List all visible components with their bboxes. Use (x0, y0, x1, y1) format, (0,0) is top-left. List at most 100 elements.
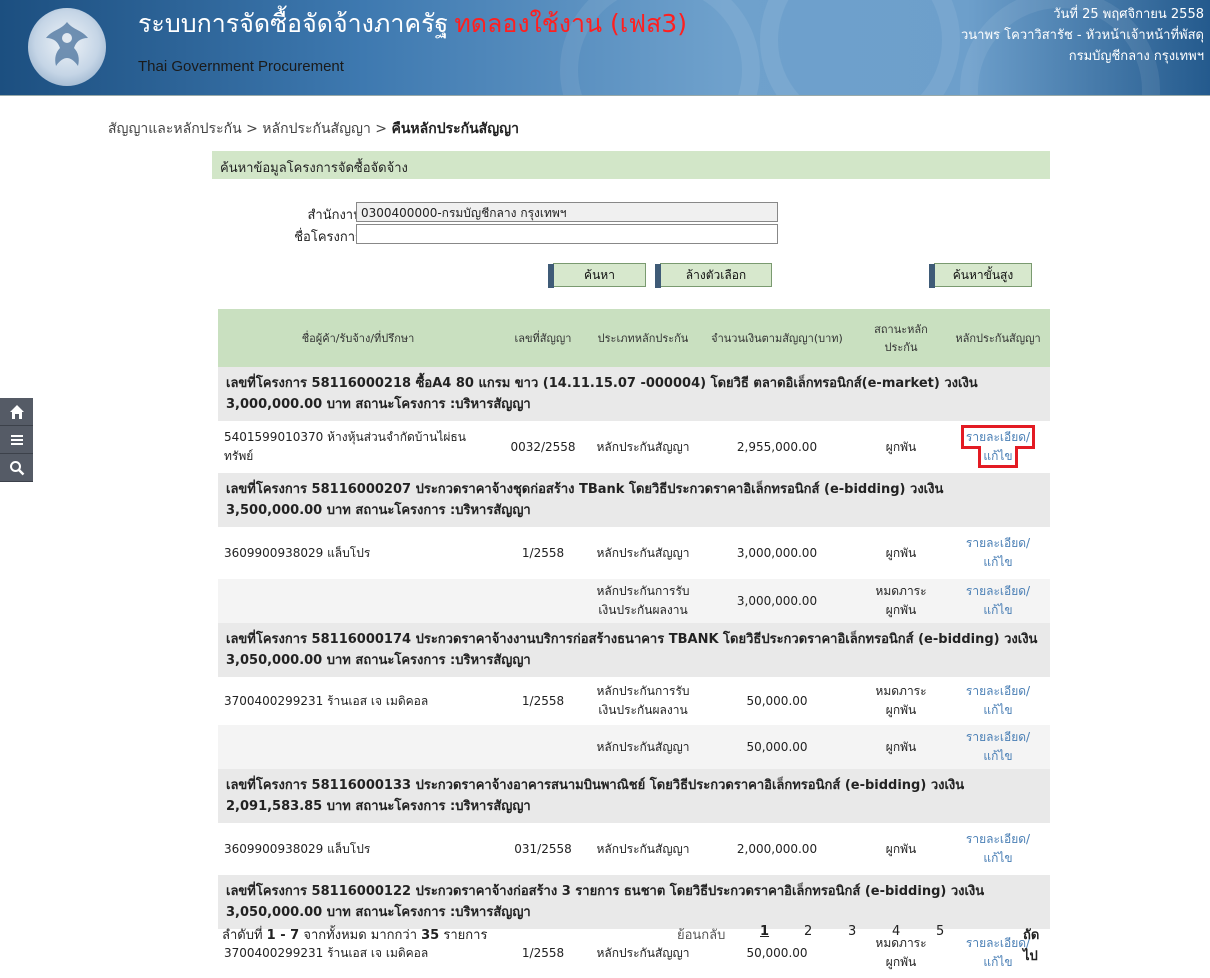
guarantee-type-cell: หลักประกันการรับเงินประกันผลงาน (588, 677, 698, 725)
menu-icon (10, 434, 23, 445)
summary-prefix: ลำดับที่ (222, 928, 263, 943)
project-name-input[interactable] (356, 224, 778, 244)
detail-edit-cell: รายละเอียด/แก้ไข (946, 677, 1050, 725)
home-button[interactable] (0, 398, 33, 426)
summary-total: 35 (421, 928, 440, 943)
agency-logo[interactable] (28, 8, 106, 86)
side-toolbar (0, 398, 33, 482)
page-5-link[interactable]: 5 (936, 924, 944, 939)
next-page-link[interactable]: ถัดไป (1023, 924, 1050, 966)
menu-button[interactable] (0, 426, 33, 454)
guarantee-type-cell: หลักประกันสัญญา (588, 725, 698, 769)
app-header: ระบบการจัดซื้อจัดจ้างภาครัฐ ทดลองใช้งาน (… (0, 0, 1210, 95)
contract-no-cell: 0032/2558 (498, 421, 588, 473)
detail-edit-cell: รายละเอียด/แก้ไข (946, 421, 1050, 473)
amount-cell: 50,000.00 (698, 725, 856, 769)
breadcrumb-separator: > (375, 121, 388, 137)
status-cell: ผูกพัน (856, 823, 946, 875)
status-cell: ผูกพัน (856, 421, 946, 473)
summary-suffix: รายการ (443, 928, 488, 943)
col-guarantee: หลักประกันสัญญา (946, 309, 1050, 367)
project-header-row: เลขที่โครงการ 58116000207 ประกวดราคาจ้าง… (218, 473, 1050, 527)
breadcrumb-contract-guarantee[interactable]: หลักประกันสัญญา (262, 121, 371, 137)
table-row: 3609900938029 แล็บโปร 1/2558 หลักประกันส… (218, 527, 1050, 579)
search-button[interactable]: ค้นหา (548, 263, 646, 288)
pagination: ลำดับที่ 1 - 7 จากทั้งหมด มากกว่า 35 ราย… (212, 922, 1050, 964)
page-3-link[interactable]: 3 (848, 924, 856, 939)
home-icon (9, 404, 24, 419)
vendor-cell (218, 725, 498, 769)
agency-field[interactable]: 0300400000-กรมบัญชีกลาง กรุงเทพฯ (356, 202, 778, 222)
search-panel: ค้นหาข้อมูลโครงการจัดซื้อจัดจ้าง สำนักงา… (212, 151, 1050, 977)
project-header-row: เลขที่โครงการ 58116000122 ประกวดราคาจ้าง… (218, 875, 1050, 929)
clear-button[interactable]: ล้างตัวเลือก (655, 263, 772, 288)
agency-label: สำนักงาน (307, 208, 362, 223)
guarantee-type-cell: หลักประกันการรับเงินประกันผลงาน (588, 579, 698, 623)
garuda-emblem-icon (46, 22, 88, 66)
detail-edit-link[interactable]: รายละเอียด/แก้ไข (960, 425, 1036, 468)
summary-range: 1 - 7 (266, 928, 300, 943)
col-amount: จำนวนเงินตามสัญญา(บาท) (698, 309, 856, 367)
guarantee-table: ชื่อผู้ค้า/รับจ้าง/ที่ปรึกษา เลขที่สัญญา… (218, 309, 1050, 977)
amount-cell: 3,000,000.00 (698, 579, 856, 623)
header-divider (0, 95, 1210, 96)
detail-edit-cell: รายละเอียด/แก้ไข (946, 725, 1050, 769)
page-1-link[interactable]: 1 (760, 924, 769, 939)
detail-edit-cell: รายละเอียด/แก้ไข (946, 527, 1050, 579)
breadcrumb-separator: > (246, 121, 258, 137)
breadcrumb-current: คืนหลักประกันสัญญา (391, 121, 519, 137)
guarantee-type-cell: หลักประกันสัญญา (588, 527, 698, 579)
project-header: เลขที่โครงการ 58116000122 ประกวดราคาจ้าง… (218, 875, 1050, 929)
page-4-link[interactable]: 4 (892, 924, 900, 939)
previous-page-link[interactable]: ย้อนกลับ (677, 924, 725, 945)
table-row: 3700400299231 ร้านเอส เจ เมดิคอล 1/2558 … (218, 677, 1050, 725)
table-row: หลักประกันการรับเงินประกันผลงาน 3,000,00… (218, 579, 1050, 623)
status-cell: หมดภาระผูกพัน (856, 579, 946, 623)
page-2-link[interactable]: 2 (804, 924, 812, 939)
system-title: ระบบการจัดซื้อจัดจ้างภาครัฐ ทดลองใช้งาน (… (138, 4, 687, 44)
search-tool-button[interactable] (0, 454, 33, 482)
guarantee-type-cell: หลักประกันสัญญา (588, 421, 698, 473)
col-status: สถานะหลักประกัน (856, 309, 946, 367)
detail-edit-cell: รายละเอียด/แก้ไข (946, 823, 1050, 875)
guarantee-type-cell: หลักประกันสัญญา (588, 823, 698, 875)
table-row: หลักประกันสัญญา 50,000.00 ผูกพัน รายละเอ… (218, 725, 1050, 769)
detail-edit-link[interactable]: รายละเอียด/แก้ไข (966, 684, 1030, 717)
project-header-row: เลขที่โครงการ 58116000133 ประกวดราคาจ้าง… (218, 769, 1050, 823)
detail-edit-link[interactable]: รายละเอียด/แก้ไข (966, 730, 1030, 763)
contract-no-cell (498, 725, 588, 769)
vendor-cell: 5401599010370 ห้างหุ้นส่วนจำกัดบ้านไผ่ธน… (218, 421, 498, 473)
detail-edit-link[interactable]: รายละเอียด/แก้ไข (966, 832, 1030, 865)
table-row: 3609900938029 แล็บโปร 031/2558 หลักประกั… (218, 823, 1050, 875)
project-name-label: ชื่อโครงการ (294, 230, 362, 245)
status-cell: ผูกพัน (856, 527, 946, 579)
table-header-row: ชื่อผู้ค้า/รับจ้าง/ที่ปรึกษา เลขที่สัญญา… (218, 309, 1050, 367)
system-title-text: ระบบการจัดซื้อจัดจ้างภาครัฐ (138, 9, 449, 38)
table-row: 5401599010370 ห้างหุ้นส่วนจำกัดบ้านไผ่ธน… (218, 421, 1050, 473)
breadcrumb-contracts[interactable]: สัญญาและหลักประกัน (108, 121, 242, 137)
detail-edit-link[interactable]: รายละเอียด/แก้ไข (966, 536, 1030, 569)
status-cell: ผูกพัน (856, 725, 946, 769)
trial-badge: ทดลองใช้งาน (เฟส3) (454, 9, 687, 38)
advanced-search-button[interactable]: ค้นหาขั้นสูง (929, 263, 1032, 288)
pagination-summary: ลำดับที่ 1 - 7 จากทั้งหมด มากกว่า 35 ราย… (222, 924, 487, 945)
user-name[interactable]: วนาพร โควาวิสารัช - หัวหน้าเจ้าหน้าที่พั… (961, 25, 1204, 46)
contract-no-cell (498, 579, 588, 623)
project-header: เลขที่โครงการ 58116000207 ประกวดราคาจ้าง… (218, 473, 1050, 527)
user-info: วันที่ 25 พฤศจิกายน 2558 วนาพร โควาวิสาร… (961, 4, 1204, 67)
detail-edit-link[interactable]: รายละเอียด/แก้ไข (966, 584, 1030, 617)
header-decoration (760, 0, 960, 95)
vendor-cell: 3609900938029 แล็บโปร (218, 527, 498, 579)
user-department: กรมบัญชีกลาง กรุงเทพฯ (1068, 49, 1204, 64)
contract-no-cell: 1/2558 (498, 527, 588, 579)
detail-edit-cell: รายละเอียด/แก้ไข (946, 579, 1050, 623)
current-date: วันที่ 25 พฤศจิกายน 2558 (1053, 7, 1204, 22)
summary-mid: จากทั้งหมด มากกว่า (303, 928, 417, 943)
contract-no-cell: 031/2558 (498, 823, 588, 875)
search-panel-heading: ค้นหาข้อมูลโครงการจัดซื้อจัดจ้าง (212, 151, 1050, 179)
amount-cell: 2,000,000.00 (698, 823, 856, 875)
col-contract-no: เลขที่สัญญา (498, 309, 588, 367)
col-vendor: ชื่อผู้ค้า/รับจ้าง/ที่ปรึกษา (218, 309, 498, 367)
project-header-row: เลขที่โครงการ 58116000218 ซื้อA4 80 แกรม… (218, 367, 1050, 421)
project-header: เลขที่โครงการ 58116000133 ประกวดราคาจ้าง… (218, 769, 1050, 823)
